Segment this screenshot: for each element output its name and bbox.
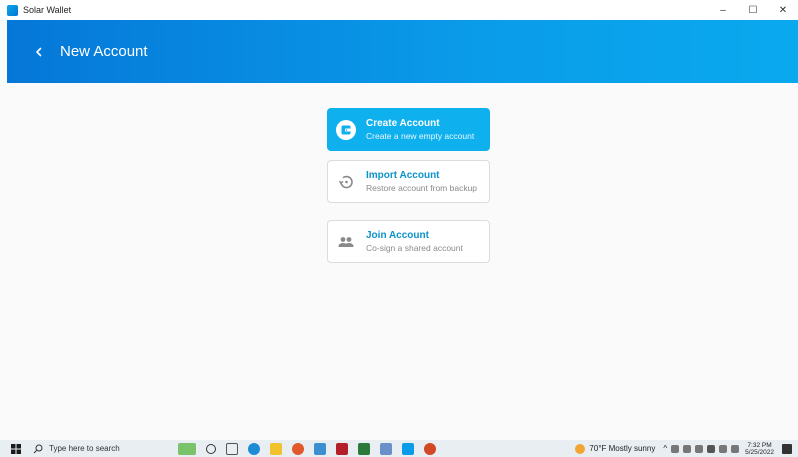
battery-icon[interactable] <box>707 444 716 453</box>
weather-widget[interactable]: 70°F Mostly sunny <box>575 443 656 454</box>
title-bar: Solar Wallet – ☐ ✕ <box>0 0 798 20</box>
taskbar-apps <box>178 440 446 457</box>
cortana-icon[interactable] <box>206 443 216 454</box>
tray-icon[interactable] <box>695 444 704 453</box>
create-account-option[interactable]: Create Account Create a new empty accoun… <box>327 108 490 151</box>
file-explorer-icon[interactable] <box>270 442 282 455</box>
sun-icon <box>575 443 586 454</box>
restore-icon <box>335 171 357 193</box>
app-icon-blue[interactable] <box>380 442 392 455</box>
windows-logo-icon <box>11 443 21 454</box>
chevron-left-icon <box>36 47 42 56</box>
option-title: Import Account <box>366 169 440 181</box>
tray-icon[interactable] <box>683 444 692 453</box>
import-account-option[interactable]: Import Account Restore account from back… <box>327 160 490 203</box>
option-title: Join Account <box>366 229 429 241</box>
search-placeholder: Type here to search <box>49 444 120 453</box>
edge-icon[interactable] <box>248 442 260 455</box>
store-icon[interactable] <box>314 442 326 455</box>
system-tray: 70°F Mostly sunny ^ 7:32 PM 5/25/2022 <box>575 440 792 457</box>
notification-icon[interactable] <box>782 443 792 454</box>
option-subtitle: Create a new empty account <box>366 130 475 141</box>
page-title: New Account <box>60 43 148 60</box>
app-window: Solar Wallet – ☐ ✕ New Account Create Ac… <box>0 0 798 457</box>
xbox-icon[interactable] <box>358 442 370 455</box>
volume-icon[interactable] <box>731 444 740 453</box>
option-subtitle: Co-sign a shared account <box>366 242 463 253</box>
search-icon <box>33 444 43 453</box>
chevron-up-icon[interactable]: ^ <box>663 444 667 453</box>
option-subtitle: Restore account from backup <box>366 182 478 193</box>
solar-wallet-app-icon <box>7 4 18 16</box>
task-view-icon[interactable] <box>226 442 238 455</box>
solar-wallet-taskbar-icon[interactable] <box>402 442 414 455</box>
clock-date: 5/25/2022 <box>745 448 774 456</box>
weather-text: 70°F Mostly sunny <box>589 444 656 453</box>
people-icon <box>335 231 357 253</box>
wifi-icon[interactable] <box>719 444 728 453</box>
window-controls: – ☐ ✕ <box>708 0 798 20</box>
clock[interactable]: 7:32 PM 5/25/2022 <box>745 442 774 456</box>
back-button[interactable] <box>28 41 50 63</box>
windows-taskbar: Type here to search 70°F Mostly sunny ^ <box>0 440 798 457</box>
app-header: New Account <box>7 20 798 83</box>
close-button[interactable]: ✕ <box>768 0 798 20</box>
chrome-icon[interactable] <box>292 442 304 455</box>
maximize-button[interactable]: ☐ <box>738 0 768 20</box>
wallet-icon <box>335 119 357 141</box>
news-widget-icon[interactable] <box>178 442 196 455</box>
app-icon-red[interactable] <box>336 442 348 455</box>
join-account-option[interactable]: Join Account Co-sign a shared account <box>327 220 490 263</box>
tray-icon[interactable] <box>671 444 680 453</box>
window-title: Solar Wallet <box>23 5 72 15</box>
powerpoint-icon[interactable] <box>424 442 436 455</box>
minimize-button[interactable]: – <box>708 0 738 20</box>
taskbar-search[interactable]: Type here to search <box>33 440 173 457</box>
start-button[interactable] <box>9 442 23 456</box>
main-content: Create Account Create a new empty accoun… <box>7 83 798 423</box>
option-title: Create Account <box>366 117 440 129</box>
clock-time: 7:32 PM <box>747 441 772 449</box>
